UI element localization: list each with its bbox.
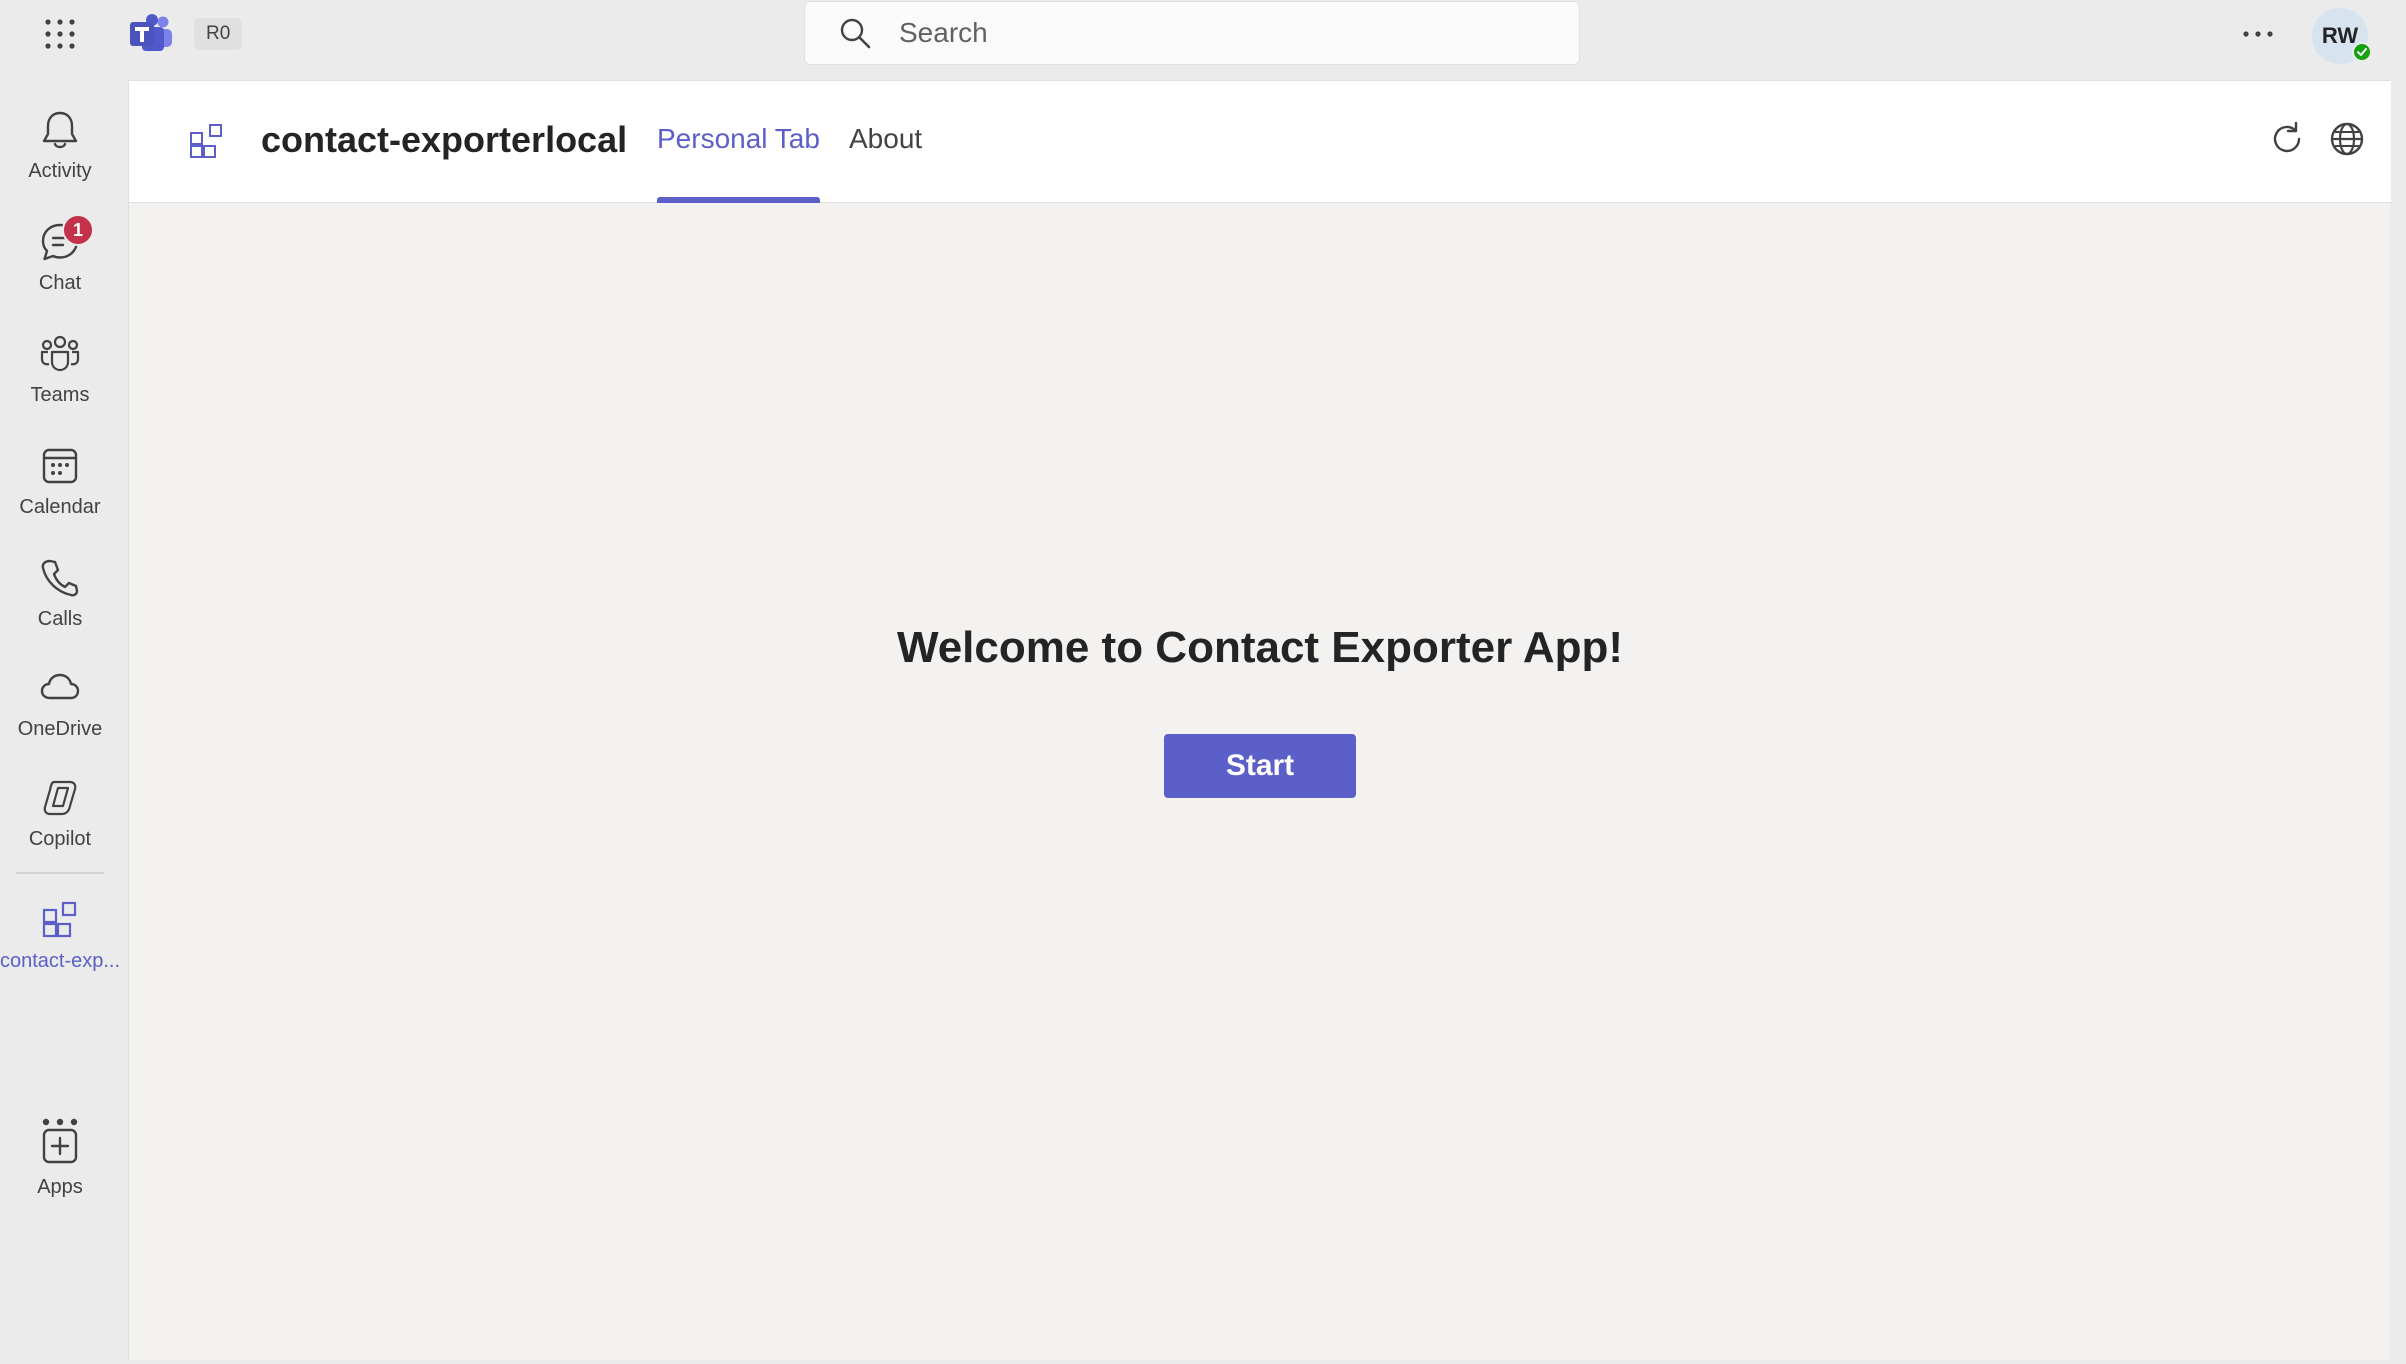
cloud-icon	[40, 673, 80, 700]
rail-item-chat[interactable]: 1 Chat	[0, 208, 120, 308]
rail-label: contact-exp...	[0, 950, 121, 972]
main-pane: contact-exporterlocal Personal Tab About	[128, 80, 2391, 1361]
teams-window: R0 RW Activity	[0, 0, 2406, 1364]
bell-icon	[42, 111, 78, 149]
rail-item-teams[interactable]: Teams	[0, 320, 120, 420]
more-options-icon[interactable]	[2236, 16, 2280, 52]
presence-available-icon	[2352, 42, 2372, 62]
calendar-icon	[42, 448, 78, 484]
rail-label: Teams	[30, 384, 90, 406]
chat-unread-badge: 1	[62, 214, 94, 246]
rail-divider	[16, 872, 104, 874]
copilot-icon	[43, 780, 77, 816]
rail-label: Apps	[37, 1176, 83, 1198]
avatar-initials: RW	[2321, 23, 2359, 48]
top-bar: R0 RW	[0, 0, 2406, 80]
search-box[interactable]	[804, 1, 1580, 65]
rail-item-onedrive[interactable]: OneDrive	[0, 654, 120, 754]
avatar[interactable]: RW	[2312, 8, 2372, 64]
rail-item-copilot[interactable]: Copilot	[0, 764, 120, 864]
rail-item-contact-exporter[interactable]: contact-exp...	[0, 886, 120, 986]
rail-label: Copilot	[28, 828, 92, 850]
refresh-icon[interactable]	[2267, 119, 2307, 159]
app-launcher-icon[interactable]	[44, 18, 76, 50]
search-input[interactable]	[899, 17, 1539, 49]
rail-item-activity[interactable]: Activity	[0, 96, 120, 196]
teams-icon	[40, 335, 80, 372]
start-button[interactable]: Start	[1164, 734, 1356, 798]
rail-item-calendar[interactable]: Calendar	[0, 432, 120, 532]
rail-label: OneDrive	[17, 718, 103, 740]
teams-logo-icon	[130, 14, 172, 51]
left-rail: Activity 1 Chat Teams Calendar Calls One…	[0, 80, 126, 1364]
globe-icon[interactable]	[2327, 119, 2367, 159]
rail-label: Calendar	[19, 496, 101, 518]
app-grid-icon	[190, 124, 222, 158]
phone-icon	[41, 559, 79, 597]
search-icon	[840, 18, 871, 49]
add-app-icon	[42, 1128, 78, 1164]
rail-label: Calls	[37, 608, 83, 630]
tab-about[interactable]: About	[849, 123, 922, 203]
tab-label: Personal Tab	[657, 123, 820, 154]
app-grid-icon	[42, 901, 77, 938]
chat-icon-wrap: 1	[38, 214, 94, 264]
page-title: contact-exporterlocal	[261, 119, 628, 160]
tab-personal[interactable]: Personal Tab	[657, 123, 820, 203]
rail-label: Chat	[38, 272, 82, 294]
welcome-heading: Welcome to Contact Exporter App!	[896, 623, 1624, 672]
rail-label: Activity	[28, 160, 92, 182]
rail-item-apps[interactable]: Apps	[0, 1112, 120, 1212]
app-header: contact-exporterlocal Personal Tab About	[129, 81, 2391, 203]
tab-label: About	[849, 123, 923, 154]
rail-item-calls[interactable]: Calls	[0, 544, 120, 644]
tab-content: Welcome to Contact Exporter App! Start	[129, 203, 2391, 1361]
org-badge[interactable]: R0	[194, 18, 243, 50]
